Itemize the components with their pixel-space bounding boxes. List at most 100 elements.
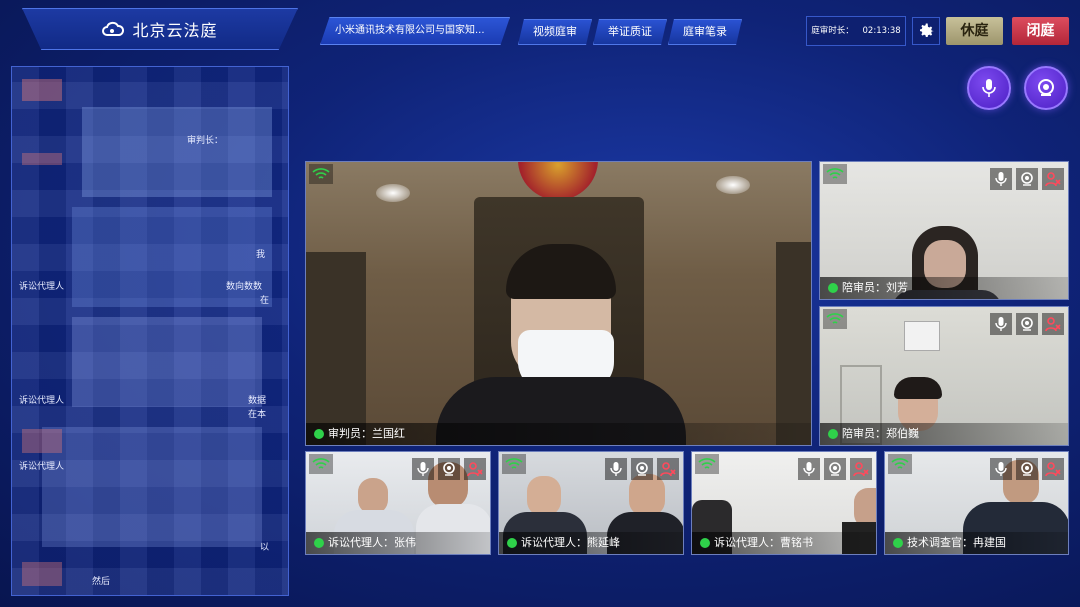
- online-dot: [700, 538, 710, 548]
- tile-controls: [412, 458, 486, 480]
- user-remove-icon: [1045, 317, 1061, 332]
- microphone-icon: [803, 462, 815, 476]
- tile-controls: [605, 458, 679, 480]
- mic-button[interactable]: [990, 458, 1012, 480]
- duration-value: 02:13:38: [862, 26, 901, 36]
- close-court-button[interactable]: 闭庭: [1012, 17, 1069, 45]
- participant-name: 陪审员：郑伯巍: [842, 427, 919, 440]
- participant-caption: 陪审员：郑伯巍: [820, 423, 1068, 445]
- signal-indicator: [823, 309, 847, 329]
- mic-button[interactable]: [990, 168, 1012, 190]
- transcript-fragment: 在: [260, 296, 270, 306]
- signal-indicator: [309, 454, 333, 474]
- remove-user-button[interactable]: [1042, 313, 1064, 335]
- video-tile-agent1[interactable]: 诉讼代理人：张伟: [305, 451, 491, 555]
- webcam-icon: [1021, 462, 1033, 476]
- remove-user-button[interactable]: [850, 458, 872, 480]
- user-remove-icon: [660, 462, 676, 477]
- mic-button[interactable]: [990, 313, 1012, 335]
- participant-caption: 技术调查官：冉建国: [885, 532, 1068, 554]
- tile-controls: [798, 458, 872, 480]
- trial-duration: 庭审时长： 02:13:38: [806, 16, 906, 46]
- microphone-icon: [982, 79, 996, 97]
- user-remove-icon: [853, 462, 869, 477]
- online-dot: [828, 283, 838, 293]
- signal-indicator: [888, 454, 912, 474]
- remove-user-button[interactable]: [657, 458, 679, 480]
- camera-button[interactable]: [824, 458, 846, 480]
- mic-toggle-button[interactable]: [967, 66, 1011, 110]
- webcam-icon: [829, 462, 841, 476]
- participant-caption: 诉讼代理人：张伟: [306, 532, 490, 554]
- camera-button[interactable]: [631, 458, 653, 480]
- settings-button[interactable]: [912, 17, 940, 45]
- duration-label: 庭审时长：: [811, 26, 854, 36]
- transcript-panel[interactable]: 诉讼代理人 诉讼代理人 审判长： 诉讼代理人 数据 在本 以 然后 我 数向数数…: [11, 66, 289, 596]
- online-dot: [314, 429, 324, 439]
- mosaic-block: [82, 107, 272, 197]
- mosaic-block: [22, 79, 62, 101]
- user-remove-icon: [1045, 462, 1061, 477]
- participant-name: 诉讼代理人：熊延峰: [521, 536, 620, 549]
- mosaic-block: [22, 429, 62, 453]
- case-title-tab[interactable]: 小米通讯技术有限公司与国家知...: [320, 17, 510, 45]
- app-title: 北京云法庭: [132, 21, 218, 40]
- mosaic-block: [22, 562, 62, 586]
- mosaic-block: [72, 317, 262, 407]
- transcript-fragment: 诉讼代理人: [19, 396, 65, 406]
- video-tile-agent3[interactable]: 诉讼代理人：曹铭书: [691, 451, 877, 555]
- microphone-icon: [995, 462, 1007, 476]
- participant-hair: [894, 377, 942, 399]
- participant-face: [527, 476, 561, 516]
- camera-toggle-button[interactable]: [1024, 66, 1068, 110]
- ceiling-light: [716, 176, 750, 194]
- mic-button[interactable]: [605, 458, 627, 480]
- wifi-icon: [891, 458, 909, 469]
- camera-button[interactable]: [1016, 458, 1038, 480]
- mosaic-block: [72, 207, 272, 307]
- camera-button[interactable]: [438, 458, 460, 480]
- wifi-icon: [698, 458, 716, 469]
- remove-user-button[interactable]: [1042, 458, 1064, 480]
- webcam-icon: [1038, 79, 1054, 96]
- mosaic-block: [42, 427, 262, 547]
- remove-user-button[interactable]: [464, 458, 486, 480]
- online-dot: [828, 429, 838, 439]
- camera-button[interactable]: [1016, 168, 1038, 190]
- camera-button[interactable]: [1016, 313, 1038, 335]
- video-tile-judge[interactable]: 审判员：兰国红: [305, 161, 812, 446]
- video-tile-agent2[interactable]: 诉讼代理人：熊延峰: [498, 451, 684, 555]
- gear-icon: [920, 23, 934, 37]
- participant-face: [358, 478, 388, 514]
- recess-button[interactable]: 休庭: [946, 17, 1003, 45]
- tab-evidence[interactable]: 举证质证: [593, 19, 667, 45]
- transcript-fragment: 审判长：: [187, 136, 224, 146]
- remove-user-button[interactable]: [1042, 168, 1064, 190]
- tile-controls: [990, 458, 1064, 480]
- video-tile-juror2[interactable]: 陪审员：郑伯巍: [819, 306, 1069, 446]
- signal-indicator: [823, 164, 847, 184]
- tab-video-trial[interactable]: 视频庭审: [518, 19, 592, 45]
- signal-indicator: [502, 454, 526, 474]
- wifi-icon: [505, 458, 523, 469]
- video-tile-investigator[interactable]: 技术调查官：冉建国: [884, 451, 1069, 555]
- mic-button[interactable]: [412, 458, 434, 480]
- video-tile-juror1[interactable]: 陪审员：刘芳: [819, 161, 1069, 300]
- mosaic-block: [22, 153, 62, 165]
- participant-caption: 诉讼代理人：曹铭书: [692, 532, 876, 554]
- participant-name: 审判员：兰国红: [328, 427, 405, 440]
- microphone-icon: [995, 317, 1007, 331]
- signal-indicator: [695, 454, 719, 474]
- tab-transcript[interactable]: 庭审笔录: [668, 19, 742, 45]
- wifi-icon: [826, 313, 844, 324]
- wifi-icon: [312, 168, 330, 179]
- user-remove-icon: [1045, 172, 1061, 187]
- signal-indicator: [309, 164, 333, 184]
- participant-face: [629, 474, 665, 516]
- mic-button[interactable]: [798, 458, 820, 480]
- tile-controls: [990, 168, 1064, 190]
- webcam-icon: [443, 462, 455, 476]
- transcript-fragment: 然后: [92, 577, 111, 587]
- transcript-fragment: 诉讼代理人: [19, 282, 65, 292]
- transcript-fragment: 以: [260, 543, 270, 553]
